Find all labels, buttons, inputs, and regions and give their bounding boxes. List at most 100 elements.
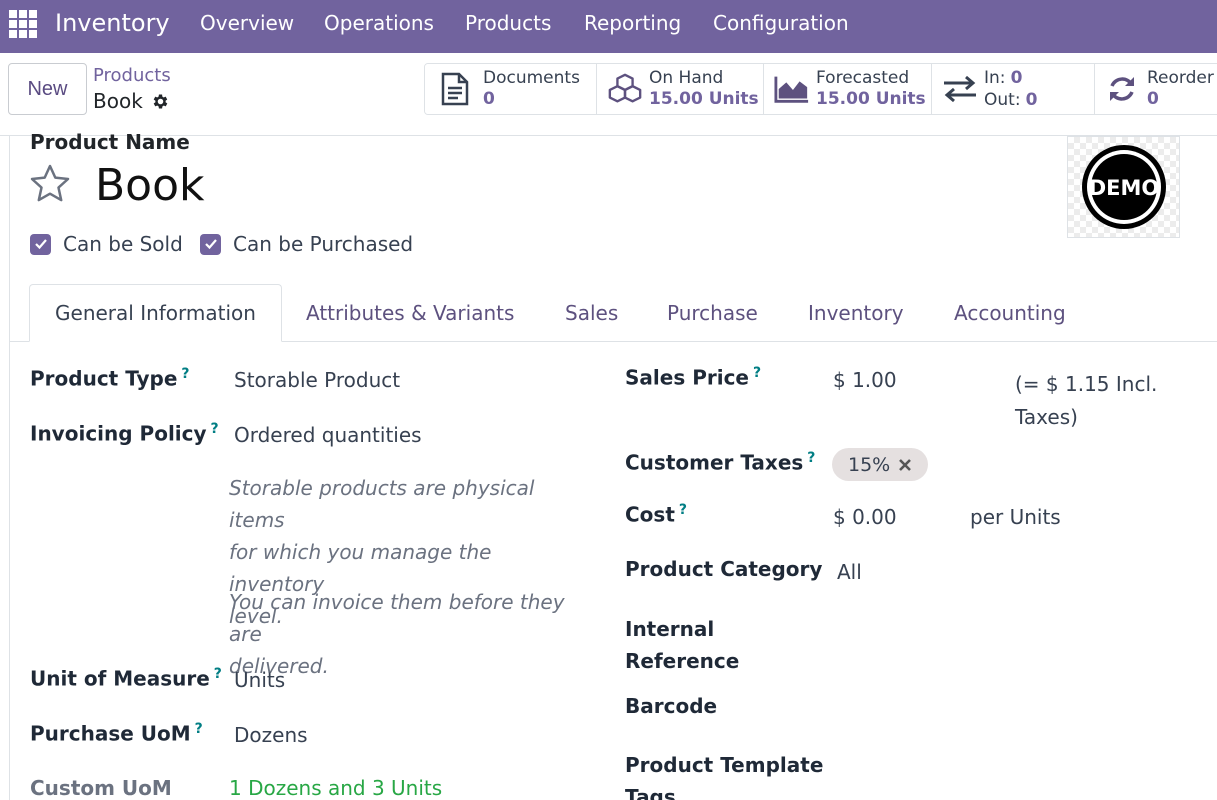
incl-taxes-note: (= $ 1.15 Incl. Taxes) bbox=[1015, 368, 1157, 434]
product-name-input[interactable]: Book bbox=[95, 160, 205, 211]
template-tags-line: Tags bbox=[625, 785, 676, 800]
reorder-smart-button[interactable]: Reorder 0 bbox=[1095, 64, 1217, 114]
purchase-uom-label: Purchase UoM? bbox=[30, 721, 203, 746]
product-type-label-text: Product Type bbox=[30, 366, 178, 391]
hint-line: You can invoice them before they are bbox=[229, 590, 565, 646]
demo-badge-text: DEMO bbox=[1088, 176, 1159, 200]
new-button[interactable]: New bbox=[8, 63, 87, 115]
on-hand-label: On Hand bbox=[649, 68, 724, 88]
help-icon[interactable]: ? bbox=[679, 502, 687, 518]
product-template-tags-label: Product Template Tags bbox=[625, 749, 823, 800]
area-chart-icon bbox=[774, 71, 810, 107]
tab-purchase[interactable]: Purchase bbox=[667, 284, 758, 342]
template-tags-line: Product Template bbox=[625, 753, 824, 777]
cost-input[interactable]: $ 0.00 bbox=[833, 505, 897, 529]
invoicing-policy-label: Invoicing Policy? bbox=[30, 421, 219, 446]
product-type-select[interactable]: Storable Product bbox=[234, 368, 400, 392]
purchase-uom-label-text: Purchase UoM bbox=[30, 721, 191, 746]
internal-reference-label: Internal Reference bbox=[625, 613, 739, 677]
hint-line: Storable products are physical items bbox=[229, 476, 535, 532]
custom-uom-value: 1 Dozens and 3 Units bbox=[229, 776, 443, 800]
invoicing-policy-label-text: Invoicing Policy bbox=[30, 421, 207, 446]
custom-uom-label: Custom UoM bbox=[30, 776, 172, 800]
product-category-field[interactable]: All bbox=[837, 560, 862, 584]
demo-badge-icon: DEMO bbox=[1081, 145, 1166, 229]
incl-taxes-line: Taxes) bbox=[1015, 405, 1078, 429]
tab-inventory[interactable]: Inventory bbox=[808, 284, 904, 342]
forecasted-value: 15.00 Units bbox=[816, 89, 926, 109]
customer-taxes-label-text: Customer Taxes bbox=[625, 450, 804, 475]
internal-reference-line: Reference bbox=[625, 649, 740, 673]
menu-configuration[interactable]: Configuration bbox=[713, 11, 849, 35]
documents-count: 0 bbox=[483, 89, 495, 109]
reorder-label: Reorder bbox=[1147, 68, 1214, 88]
internal-reference-line: Internal bbox=[625, 617, 715, 641]
help-icon[interactable]: ? bbox=[195, 721, 203, 737]
product-image[interactable]: DEMO bbox=[1067, 136, 1180, 238]
help-icon[interactable]: ? bbox=[181, 366, 189, 382]
smart-buttons: Documents 0 On Hand 15.00 Units Forecast… bbox=[424, 63, 1217, 115]
can-be-purchased-checkbox-row[interactable]: Can be Purchased bbox=[200, 232, 413, 256]
cost-label-text: Cost bbox=[625, 502, 675, 527]
apps-grid-icon[interactable] bbox=[9, 10, 37, 38]
can-be-sold-checkbox-row[interactable]: Can be Sold bbox=[30, 232, 183, 256]
invoicing-policy-select[interactable]: Ordered quantities bbox=[234, 423, 422, 447]
documents-label: Documents bbox=[483, 68, 580, 88]
can-be-sold-checkbox[interactable] bbox=[30, 233, 51, 255]
menu-products[interactable]: Products bbox=[465, 11, 551, 35]
sales-price-label-text: Sales Price bbox=[625, 365, 749, 390]
unit-of-measure-field[interactable]: Units bbox=[234, 668, 285, 692]
sales-price-label: Sales Price? bbox=[625, 365, 761, 390]
purchase-uom-field[interactable]: Dozens bbox=[234, 723, 308, 747]
on-hand-value: 15.00 Units bbox=[649, 89, 759, 109]
on-hand-smart-button[interactable]: On Hand 15.00 Units bbox=[597, 64, 764, 114]
tab-sales[interactable]: Sales bbox=[565, 284, 618, 342]
incl-taxes-line: (= $ 1.15 Incl. bbox=[1015, 372, 1158, 396]
can-be-purchased-checkbox[interactable] bbox=[200, 233, 221, 255]
unit-of-measure-label-text: Unit of Measure bbox=[30, 666, 210, 691]
product-category-label: Product Category bbox=[625, 557, 823, 581]
in-out-smart-button[interactable]: In: 0 Out: 0 bbox=[932, 64, 1095, 114]
sales-price-input[interactable]: $ 1.00 bbox=[833, 368, 897, 392]
forecasted-label: Forecasted bbox=[816, 68, 910, 88]
product-name-label: Product Name bbox=[30, 130, 190, 154]
checkmark-icon bbox=[34, 239, 47, 250]
menu-overview[interactable]: Overview bbox=[200, 11, 294, 35]
cost-label: Cost? bbox=[625, 502, 687, 527]
menu-reporting[interactable]: Reporting bbox=[584, 11, 681, 35]
tab-accounting[interactable]: Accounting bbox=[954, 284, 1066, 342]
gear-icon[interactable] bbox=[151, 92, 170, 111]
breadcrumb-parent[interactable]: Products bbox=[93, 65, 171, 86]
out-label: Out: bbox=[984, 90, 1021, 110]
form-sheet bbox=[9, 136, 1217, 800]
app-name[interactable]: Inventory bbox=[55, 9, 170, 37]
help-icon[interactable]: ? bbox=[214, 666, 222, 682]
help-icon[interactable]: ? bbox=[211, 421, 219, 437]
refresh-icon bbox=[1107, 71, 1137, 107]
customer-tax-tag-label: 15% bbox=[848, 453, 891, 476]
product-type-label: Product Type? bbox=[30, 366, 190, 391]
forecasted-smart-button[interactable]: Forecasted 15.00 Units bbox=[764, 64, 932, 114]
in-label: In: bbox=[984, 68, 1006, 88]
reorder-value: 0 bbox=[1147, 89, 1159, 109]
exchange-icon bbox=[942, 71, 978, 107]
barcode-label: Barcode bbox=[625, 694, 718, 718]
document-icon bbox=[437, 71, 473, 107]
out-value: 0 bbox=[1025, 90, 1038, 110]
close-icon[interactable] bbox=[898, 458, 912, 472]
customer-taxes-label: Customer Taxes? bbox=[625, 450, 815, 475]
breadcrumb-current: Book bbox=[93, 89, 170, 113]
help-icon[interactable]: ? bbox=[807, 450, 815, 466]
in-value: 0 bbox=[1010, 68, 1023, 88]
tab-general-information[interactable]: General Information bbox=[29, 284, 282, 342]
help-icon[interactable]: ? bbox=[753, 365, 761, 381]
cubes-icon bbox=[607, 71, 643, 107]
unit-of-measure-label: Unit of Measure? bbox=[30, 666, 222, 691]
star-icon[interactable] bbox=[28, 162, 72, 206]
breadcrumb-current-label: Book bbox=[93, 89, 143, 113]
documents-smart-button[interactable]: Documents 0 bbox=[425, 64, 597, 114]
customer-tax-tag: 15% bbox=[832, 448, 929, 481]
tab-attributes-variants[interactable]: Attributes & Variants bbox=[306, 284, 514, 342]
can-be-purchased-label: Can be Purchased bbox=[233, 232, 414, 256]
menu-operations[interactable]: Operations bbox=[324, 11, 434, 35]
